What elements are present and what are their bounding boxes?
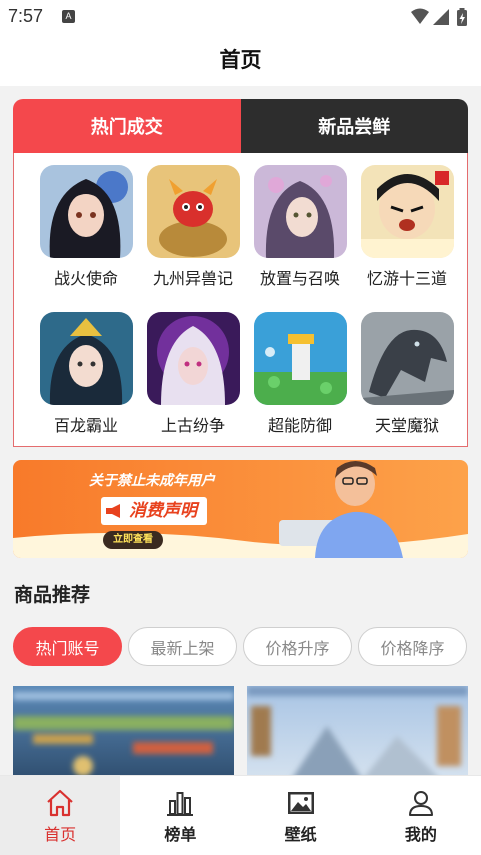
banner-headline: 关于禁止未成年用户 bbox=[89, 473, 215, 489]
game-item[interactable]: 放置与召唤 bbox=[250, 165, 350, 289]
nav-wallpapers[interactable]: 壁纸 bbox=[241, 776, 361, 855]
minor-consumption-banner[interactable]: 关于禁止未成年用户 消费声明 立即查看 bbox=[13, 460, 468, 558]
image-icon bbox=[287, 791, 314, 814]
game-name: 百龙霸业 bbox=[53, 416, 118, 435]
page-title: 首页 bbox=[219, 48, 262, 72]
game-item[interactable]: 战火使命 bbox=[36, 165, 136, 289]
game-icon bbox=[39, 312, 133, 405]
game-icon bbox=[39, 165, 133, 258]
nav-rankings[interactable]: 榜单 bbox=[120, 776, 240, 855]
nav-label: 壁纸 bbox=[284, 824, 317, 844]
nav-home[interactable]: 首页 bbox=[0, 776, 121, 855]
notification-icon: A bbox=[62, 10, 75, 23]
game-name: 放置与召唤 bbox=[259, 269, 340, 288]
game-item[interactable]: 超能防御 bbox=[250, 312, 350, 436]
game-item[interactable]: 九州异兽记 bbox=[143, 165, 243, 289]
filter-hot-accounts[interactable]: 热门账号 bbox=[13, 627, 122, 666]
game-item[interactable]: 百龙霸业 bbox=[36, 312, 136, 436]
game-name: 天堂魔狱 bbox=[374, 416, 439, 435]
category-tabs: 热门成交 新品尝鲜 bbox=[13, 99, 468, 153]
game-item[interactable]: 天堂魔狱 bbox=[357, 312, 457, 436]
system-status-icons bbox=[411, 8, 467, 26]
user-icon bbox=[408, 790, 433, 816]
game-icon bbox=[360, 312, 454, 405]
game-icon bbox=[360, 165, 454, 258]
game-icon bbox=[253, 165, 347, 258]
filter-price-desc[interactable]: 价格降序 bbox=[358, 627, 467, 666]
home-icon bbox=[47, 789, 73, 816]
product-thumbnail bbox=[13, 686, 234, 786]
game-grid: 战火使命 九州异兽记 放置与召唤 忆游十三道 百龙霸业 上古纷争 超能防御 天堂… bbox=[13, 153, 468, 447]
signal-icon bbox=[433, 9, 449, 25]
wifi-icon bbox=[411, 8, 429, 24]
nav-label: 我的 bbox=[404, 824, 437, 844]
game-name: 忆游十三道 bbox=[366, 269, 447, 288]
game-icon bbox=[146, 165, 240, 258]
status-bar: 7:57 A bbox=[0, 0, 481, 34]
nav-label: 榜单 bbox=[164, 824, 197, 844]
hot-games-card: 热门成交 新品尝鲜 战火使命 九州异兽记 放置与召唤 忆游十三道 百龙霸业 上古… bbox=[13, 99, 468, 447]
chart-icon bbox=[167, 791, 194, 816]
status-time: 7:57 bbox=[8, 6, 44, 26]
section-title: 商品推荐 bbox=[14, 584, 91, 606]
filter-latest[interactable]: 最新上架 bbox=[128, 627, 237, 666]
game-item[interactable]: 忆游十三道 bbox=[357, 165, 457, 289]
sort-filters: 热门账号 最新上架 价格升序 价格降序 bbox=[13, 627, 468, 667]
game-name: 战火使命 bbox=[53, 269, 118, 288]
product-card[interactable] bbox=[13, 686, 234, 786]
tab-new-arrivals[interactable]: 新品尝鲜 bbox=[240, 99, 468, 153]
product-card[interactable] bbox=[247, 686, 468, 786]
game-name: 超能防御 bbox=[267, 416, 332, 435]
filter-price-asc[interactable]: 价格升序 bbox=[243, 627, 352, 666]
bottom-navigation: 首页 榜单 壁纸 我的 bbox=[0, 775, 481, 855]
game-name: 九州异兽记 bbox=[152, 269, 233, 288]
game-item[interactable]: 上古纷争 bbox=[143, 312, 243, 436]
product-thumbnail bbox=[247, 686, 468, 786]
nav-label: 首页 bbox=[44, 824, 77, 844]
nav-profile[interactable]: 我的 bbox=[361, 776, 481, 855]
megaphone-icon bbox=[106, 504, 120, 518]
game-icon bbox=[146, 312, 240, 405]
banner-background bbox=[13, 460, 468, 558]
game-name: 上古纷争 bbox=[160, 416, 225, 435]
banner-view-button[interactable]: 立即查看 bbox=[103, 531, 163, 549]
tab-hot-deals[interactable]: 热门成交 bbox=[13, 99, 241, 153]
title-bar: 首页 bbox=[0, 34, 481, 86]
game-icon bbox=[253, 312, 347, 405]
